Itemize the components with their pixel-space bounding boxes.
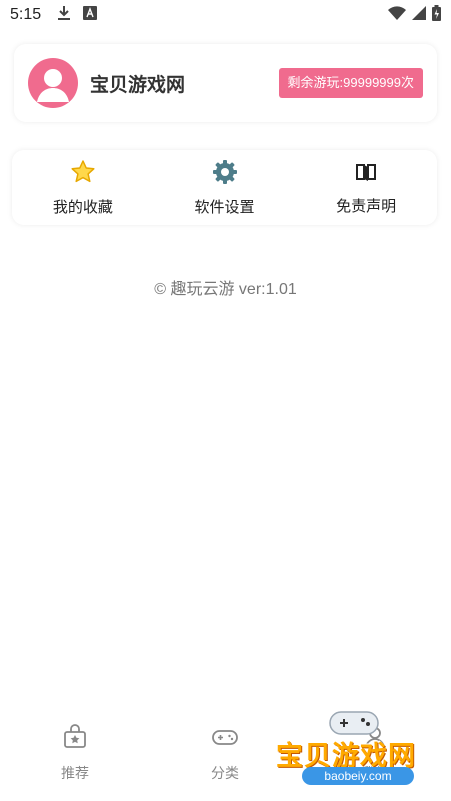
nav-recommend-label: 推荐 — [61, 765, 89, 781]
battery-icon — [432, 4, 441, 26]
gamepad-icon — [211, 724, 239, 755]
avatar[interactable] — [28, 58, 78, 108]
download-icon — [57, 5, 71, 26]
actions-card: 我的收藏 软件设置 免责声明 — [12, 150, 437, 225]
watermark: 宝贝游戏网 baobeiy.com — [270, 706, 445, 798]
translate-icon — [83, 5, 98, 25]
remaining-plays-badge: 剩余游玩:99999999次 — [278, 68, 423, 98]
settings-label: 软件设置 — [194, 198, 255, 216]
version-text: © 趣玩云游 ver:1.01 — [154, 281, 297, 298]
gear-icon — [212, 159, 238, 190]
wifi-icon — [388, 5, 406, 25]
nav-recommend[interactable]: 推荐 — [0, 716, 150, 801]
status-bar: 5:15 — [0, 0, 451, 30]
disclaimer-button[interactable]: 免责声明 — [295, 150, 437, 225]
app-name: 宝贝游戏网 — [90, 74, 186, 96]
favorites-button[interactable]: 我的收藏 — [12, 150, 154, 225]
bag-star-icon — [62, 724, 88, 755]
profile-card: 宝贝游戏网 剩余游玩:99999999次 — [14, 44, 437, 122]
signal-icon — [412, 5, 426, 25]
settings-button[interactable]: 软件设置 — [154, 150, 296, 225]
disclaimer-label: 免责声明 — [336, 197, 397, 215]
nav-category-label: 分类 — [211, 765, 239, 781]
book-icon — [354, 160, 378, 189]
star-icon — [70, 159, 96, 190]
watermark-url: baobeiy.com — [302, 767, 414, 785]
favorites-label: 我的收藏 — [52, 198, 113, 216]
status-time: 5:15 — [10, 6, 42, 23]
